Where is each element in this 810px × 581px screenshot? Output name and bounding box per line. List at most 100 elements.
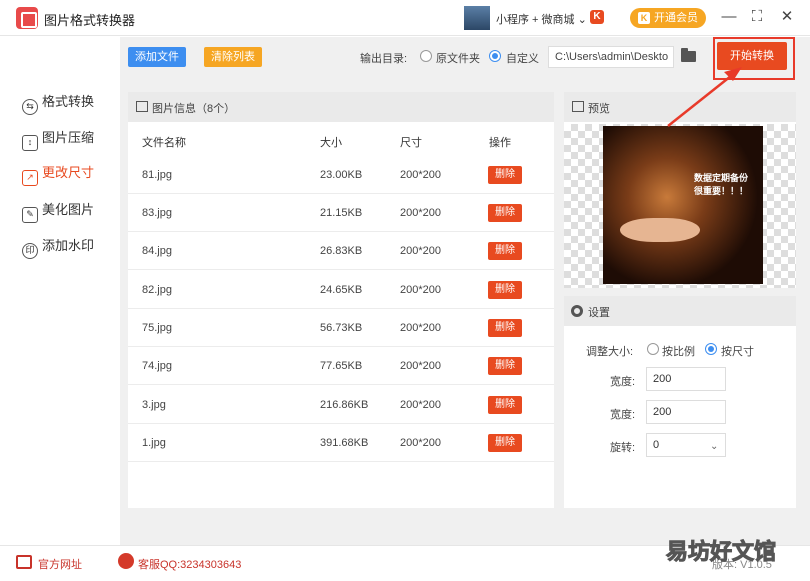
table-row: 74.jpg 77.65KB 200*200 删除 — [128, 347, 554, 385]
file-size: 56.73KB — [320, 322, 363, 334]
file-size: 21.15KB — [320, 207, 363, 219]
beautify-icon: ✎ — [22, 207, 38, 223]
file-name: 84.jpg — [142, 245, 172, 257]
image-watermark: 易坊好文馆 — [665, 539, 777, 565]
file-name: 1.jpg — [142, 437, 166, 449]
sidebar-item-compress[interactable]: ↕ 图片压缩 — [22, 128, 118, 151]
close-button[interactable]: ✕ — [776, 6, 798, 28]
delete-button[interactable]: 删除 — [488, 396, 522, 414]
preview-image-hand — [620, 218, 700, 242]
by-ratio-radio[interactable] — [647, 343, 659, 355]
delete-button[interactable]: 删除 — [488, 281, 522, 299]
width-label: 宽度: — [610, 376, 636, 388]
table-row: 84.jpg 26.83KB 200*200 删除 — [128, 232, 554, 270]
file-name: 83.jpg — [142, 207, 172, 219]
custom-folder-label: 自定义 — [506, 53, 539, 65]
column-header-size: 大小 — [320, 137, 342, 149]
file-size: 216.86KB — [320, 399, 369, 411]
file-name: 75.jpg — [142, 322, 172, 334]
by-size-label: 按尺寸 — [721, 346, 754, 358]
clear-list-button[interactable]: 清除列表 — [204, 47, 262, 67]
sidebar-item-beautify[interactable]: ✎ 美化图片 — [22, 200, 118, 223]
column-header-action: 操作 — [489, 137, 511, 149]
add-file-button[interactable]: 添加文件 — [128, 47, 186, 67]
file-size: 77.65KB — [320, 360, 363, 372]
file-size: 26.83KB — [320, 245, 363, 257]
sidebar — [0, 37, 120, 545]
original-folder-label: 原文件夹 — [436, 53, 480, 65]
start-convert-button[interactable]: 开始转换 — [717, 42, 787, 70]
height-input[interactable]: 200 — [646, 400, 726, 424]
settings-title: 设置 — [588, 307, 610, 319]
preview-caption-line-2: 很重要！！！ — [694, 186, 749, 196]
delete-button[interactable]: 删除 — [488, 166, 522, 184]
file-size: 23.00KB — [320, 169, 363, 181]
website-icon — [16, 555, 32, 569]
delete-button[interactable]: 删除 — [488, 357, 522, 375]
rotate-label: 旋转: — [610, 442, 636, 454]
file-name: 82.jpg — [142, 284, 172, 296]
file-list-header: 图片信息（8个） — [128, 92, 554, 122]
file-dimension: 200*200 — [400, 284, 441, 296]
k-badge-icon[interactable]: K — [590, 10, 604, 24]
camera-icon — [572, 101, 584, 112]
file-name: 74.jpg — [142, 360, 172, 372]
swap-icon: ⇆ — [22, 99, 38, 115]
column-header-dimension: 尺寸 — [400, 137, 422, 149]
file-dimension: 200*200 — [400, 399, 441, 411]
preview-caption-line-1: 数据定期备份 — [694, 173, 749, 183]
file-list-title: 图片信息（8个） — [152, 103, 236, 115]
file-size: 391.68KB — [320, 437, 369, 449]
column-header-name: 文件名称 — [142, 137, 186, 149]
support-qq-link[interactable]: 客服QQ:3234303643 — [138, 556, 241, 572]
watermark-icon: 印 — [22, 243, 38, 259]
table-row: 81.jpg 23.00KB 200*200 删除 — [128, 156, 554, 194]
table-row: 75.jpg 56.73KB 200*200 删除 — [128, 309, 554, 347]
file-size: 24.65KB — [320, 284, 363, 296]
sidebar-item-label: 格式转换 — [42, 94, 95, 109]
maximize-button[interactable]: ⛶ — [746, 6, 768, 28]
minimize-button[interactable]: — — [718, 6, 740, 28]
table-row: 82.jpg 24.65KB 200*200 删除 — [128, 271, 554, 309]
website-link[interactable]: 官方网址 — [38, 556, 82, 572]
vip-label: 开通会员 — [654, 12, 698, 24]
preview-header: 预览 — [564, 92, 796, 122]
settings-header: 设置 — [564, 296, 796, 326]
mini-program-thumbnail[interactable] — [464, 6, 490, 30]
preview-image-caption: 数据定期备份 很重要！！！ — [694, 172, 750, 198]
file-dimension: 200*200 — [400, 207, 441, 219]
by-ratio-label: 按比例 — [662, 346, 695, 358]
by-size-radio[interactable] — [705, 343, 717, 355]
gear-icon — [571, 305, 583, 317]
sidebar-item-format-convert[interactable]: ⇆ 格式转换 — [22, 92, 118, 115]
custom-folder-radio[interactable] — [489, 50, 501, 62]
table-row: 3.jpg 216.86KB 200*200 删除 — [128, 386, 554, 424]
compress-icon: ↕ — [22, 135, 38, 151]
folder-icon[interactable] — [681, 48, 696, 62]
delete-button[interactable]: 删除 — [488, 434, 522, 452]
sidebar-item-label: 图片压缩 — [42, 130, 95, 145]
file-dimension: 200*200 — [400, 360, 441, 372]
vip-button[interactable]: K 开通会员 — [630, 8, 706, 28]
sidebar-item-label: 添加水印 — [42, 238, 95, 253]
mini-program-link[interactable]: 小程序 + 微商城 ⌄ — [496, 11, 587, 27]
file-dimension: 200*200 — [400, 322, 441, 334]
delete-button[interactable]: 删除 — [488, 204, 522, 222]
table-row: 83.jpg 21.15KB 200*200 删除 — [128, 194, 554, 232]
file-dimension: 200*200 — [400, 169, 441, 181]
delete-button[interactable]: 删除 — [488, 319, 522, 337]
output-path-input[interactable]: C:\Users\admin\Deskto — [548, 46, 674, 68]
preview-image — [603, 126, 763, 284]
output-dir-label: 输出目录: — [360, 53, 408, 65]
sidebar-item-resize[interactable]: ↗ 更改尺寸 — [22, 163, 118, 186]
vip-icon: K — [638, 12, 650, 24]
width-input[interactable]: 200 — [646, 367, 726, 391]
preview-title: 预览 — [588, 103, 610, 115]
app-logo-icon — [16, 7, 38, 29]
image-icon — [136, 101, 148, 112]
original-folder-radio[interactable] — [420, 50, 432, 62]
chevron-down-icon: ⌄ — [710, 441, 719, 452]
sidebar-item-watermark[interactable]: 印添加水印 — [22, 236, 118, 259]
delete-button[interactable]: 删除 — [488, 242, 522, 260]
sidebar-item-label: 美化图片 — [42, 202, 95, 217]
